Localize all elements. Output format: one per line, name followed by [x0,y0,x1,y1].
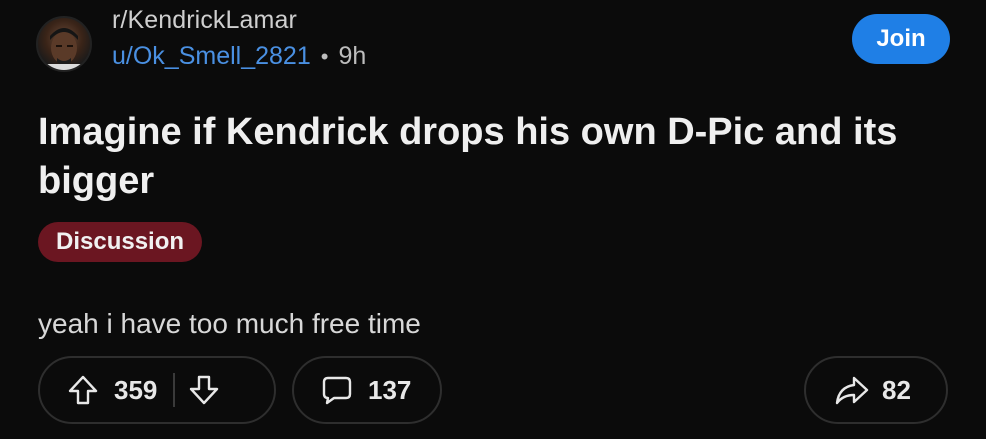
downvote-button[interactable] [187,373,221,407]
post-body: yeah i have too much free time [38,308,421,339]
join-button[interactable]: Join [852,14,950,64]
upvote-count: 359 [114,374,158,405]
share-button[interactable]: 82 [804,356,948,424]
arrow-up-outline-icon [68,375,98,405]
post-title[interactable]: Imagine if Kendrick drops his own D-Pic … [38,108,968,206]
post-flair[interactable]: Discussion [38,222,203,262]
share-count: 82 [882,374,911,405]
subreddit-avatar[interactable] [36,16,92,72]
vote-divider [173,373,176,407]
arrow-down-outline-icon [190,375,219,405]
meta-separator: • [320,43,329,69]
comment-count: 137 [368,374,412,405]
upvote-button[interactable] [66,373,100,407]
avatar-face-icon [38,28,90,70]
post-card: r/KendrickLamar u/Ok_Smell_2821 • 9h Joi… [0,0,986,439]
vote-bar: 359 [38,356,276,424]
post-age: 9h [338,42,367,70]
speech-bubble-icon [322,376,352,405]
comments-button[interactable]: 137 [292,356,442,424]
subreddit-name[interactable]: r/KendrickLamar [112,6,297,35]
share-arrow-icon [835,376,869,405]
author-username[interactable]: u/Ok_Smell_2821 [112,42,311,71]
share-icon-wrap [834,373,870,407]
comment-icon-wrap [320,373,354,407]
post-meta: u/Ok_Smell_2821 • 9h [112,42,366,71]
